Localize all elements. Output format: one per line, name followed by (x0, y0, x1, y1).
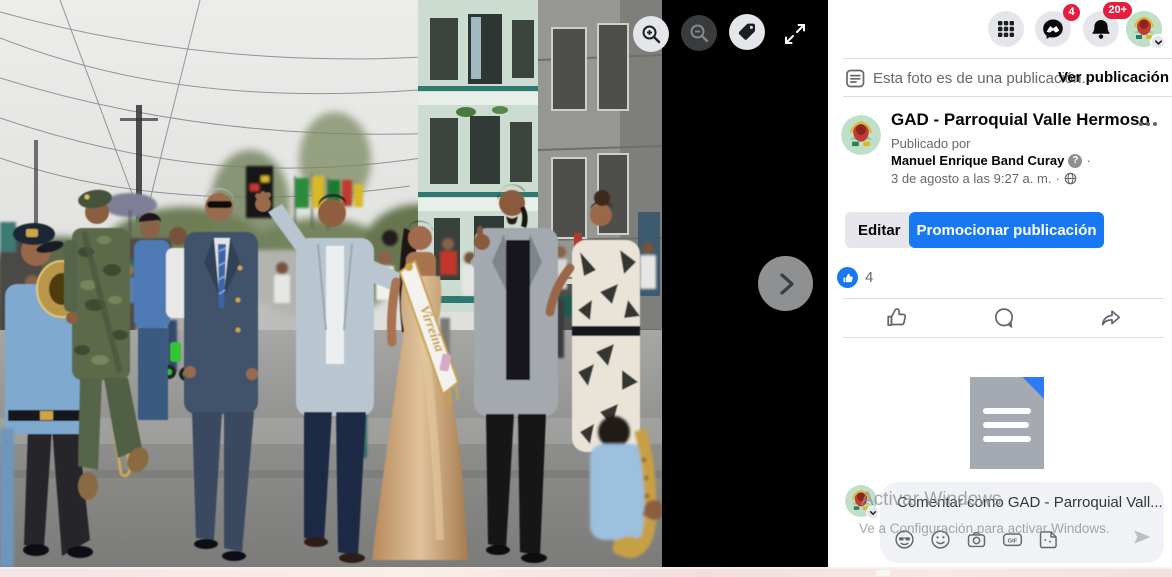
avatar-sticker-icon (894, 529, 915, 550)
like-count: 4 (865, 269, 873, 286)
zoom-out-button[interactable] (681, 15, 717, 51)
tag-icon (736, 21, 758, 43)
send-icon (1132, 527, 1152, 547)
comment-button[interactable] (950, 300, 1057, 336)
reactions-summary[interactable]: 4 (837, 267, 873, 288)
facebook-top-bar: 4 20+ (828, 0, 1172, 58)
avatar-sticker-button[interactable] (891, 526, 918, 553)
post-details-panel: 4 20+ (828, 0, 1172, 569)
composer-toolbar: GIF (891, 526, 1062, 553)
menu-grid-button[interactable] (988, 11, 1024, 47)
bottom-edge-strip (0, 567, 1172, 577)
divider (843, 96, 1172, 97)
published-by-label: Publicado por (891, 136, 971, 151)
dot (1139, 122, 1143, 126)
attach-photo-button[interactable] (963, 526, 990, 553)
sticker-button[interactable] (1035, 526, 1062, 553)
bell-icon (1090, 18, 1112, 40)
post-note-icon (845, 68, 866, 94)
magnifier-minus-icon (688, 22, 710, 44)
parade-photo: Virreina (0, 0, 662, 567)
help-badge-icon[interactable]: ? (1068, 154, 1082, 168)
facebook-photo-viewer: Virreina (0, 0, 1172, 577)
grid-icon (996, 19, 1016, 39)
post-action-bar (843, 300, 1164, 336)
photo-viewer-area: Virreina (0, 0, 828, 569)
like-reaction-icon (837, 267, 858, 288)
bottom-strip-highlight (876, 570, 890, 576)
comment-input[interactable]: Comentar como GAD - Parroquial Vall... (880, 482, 1164, 563)
messenger-button[interactable]: 4 (1035, 11, 1071, 47)
page-name[interactable]: GAD - Parroquial Valle Hermoso (891, 110, 1150, 130)
globe-privacy-icon (1064, 172, 1077, 185)
post-timestamp[interactable]: 3 de agosto a las 9:27 a. m. (891, 171, 1051, 186)
notifications-button[interactable]: 20+ (1083, 11, 1119, 47)
document-placeholder-icon (970, 377, 1044, 469)
publisher-name[interactable]: Manuel Enrique Band Curay (891, 153, 1064, 168)
camera-icon (966, 529, 987, 550)
next-photo-button[interactable] (758, 256, 813, 311)
composer-identity-chevron-icon[interactable] (866, 506, 879, 519)
chevron-down-icon (1150, 34, 1166, 50)
chevron-right-icon (771, 269, 801, 299)
divider (843, 58, 1172, 59)
dot (1146, 122, 1150, 126)
separator-dot: · (1086, 153, 1090, 168)
account-menu-button[interactable] (1126, 11, 1162, 47)
messenger-badge: 4 (1063, 4, 1080, 21)
timestamp-row: 3 de agosto a las 9:27 a. m. · (891, 171, 1077, 186)
promote-post-button[interactable]: Promocionar publicación (909, 212, 1104, 248)
dot (1153, 122, 1157, 126)
photo-from-post-note: Esta foto es de una publicación. (873, 70, 1086, 87)
messenger-icon (1042, 18, 1064, 40)
tag-photo-button[interactable] (729, 14, 765, 50)
comment-placeholder: Comentar como GAD - Parroquial Vall... (897, 494, 1163, 511)
sticker-icon (1038, 529, 1059, 550)
svg-text:GIF: GIF (1008, 539, 1018, 545)
send-comment-button[interactable] (1128, 523, 1156, 551)
divider (843, 298, 1164, 299)
page-avatar[interactable] (841, 115, 881, 155)
expand-arrows-icon (783, 22, 807, 46)
emoji-button[interactable] (927, 526, 954, 553)
publisher-row: Manuel Enrique Band Curay ? · (891, 153, 1091, 168)
gif-icon: GIF (1002, 529, 1023, 550)
post-options-button[interactable] (1132, 108, 1164, 140)
like-button[interactable] (843, 300, 950, 336)
fullscreen-button[interactable] (782, 22, 808, 48)
edit-button[interactable]: Editar (845, 212, 914, 248)
emoji-smile-icon (930, 529, 951, 550)
comment-bubble-icon (992, 306, 1016, 330)
view-post-link[interactable]: Ver publicación (1058, 69, 1169, 86)
zoom-in-button[interactable] (633, 16, 669, 52)
thumbs-up-icon (885, 306, 909, 330)
divider (843, 337, 1164, 338)
bottom-pink-band (0, 569, 1172, 577)
gif-button[interactable]: GIF (999, 526, 1026, 553)
share-arrow-icon (1099, 306, 1123, 330)
magnifier-plus-icon (640, 23, 662, 45)
share-button[interactable] (1057, 300, 1164, 336)
separator-dot: · (1055, 171, 1059, 186)
